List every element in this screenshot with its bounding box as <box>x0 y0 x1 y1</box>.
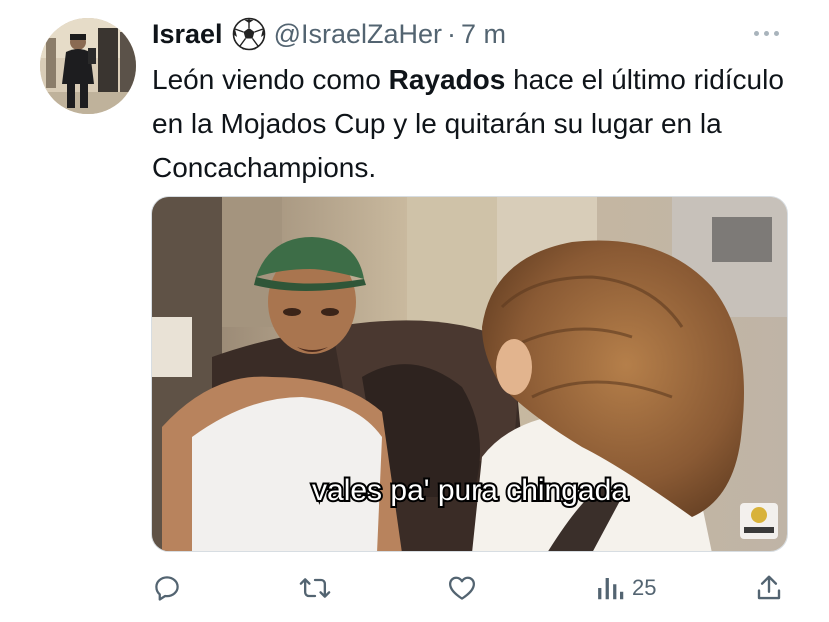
display-name[interactable]: Israel <box>152 14 223 54</box>
views-icon <box>598 578 624 600</box>
retweet-button[interactable] <box>299 566 331 610</box>
timestamp[interactable]: 7 m <box>461 14 506 54</box>
like-icon <box>449 576 475 600</box>
retweet-icon <box>299 578 331 598</box>
reply-icon <box>155 576 179 601</box>
views-button[interactable]: 25 <box>596 566 656 610</box>
more-options-icon[interactable] <box>754 23 779 43</box>
meme-image: vales pa' pura chingada <box>152 197 787 551</box>
reply-button[interactable] <box>152 566 182 610</box>
like-button[interactable] <box>446 566 478 610</box>
soccer-ball-icon <box>232 17 266 51</box>
avatar[interactable] <box>40 18 136 114</box>
watermark-logo-icon <box>740 503 778 539</box>
tweet-text: León viendo como Rayados hace el último … <box>152 58 792 190</box>
tweet-text-bold: Rayados <box>388 64 506 95</box>
separator-dot: · <box>447 19 457 49</box>
avatar-photo <box>40 18 136 114</box>
share-button[interactable] <box>754 566 784 610</box>
user-handle[interactable]: @IsraelZaHer <box>274 14 442 54</box>
meme-caption: vales pa' pura chingada <box>312 474 628 507</box>
share-icon <box>757 575 781 600</box>
views-count: 25 <box>632 575 657 600</box>
tweet-text-part1: León viendo como <box>152 64 389 95</box>
tweet-actions-bar: 25 <box>0 566 829 610</box>
tweet-media-image[interactable]: vales pa' pura chingada <box>151 196 788 552</box>
tweet-header: Israel @IsraelZaHer · 7 m <box>152 14 506 54</box>
